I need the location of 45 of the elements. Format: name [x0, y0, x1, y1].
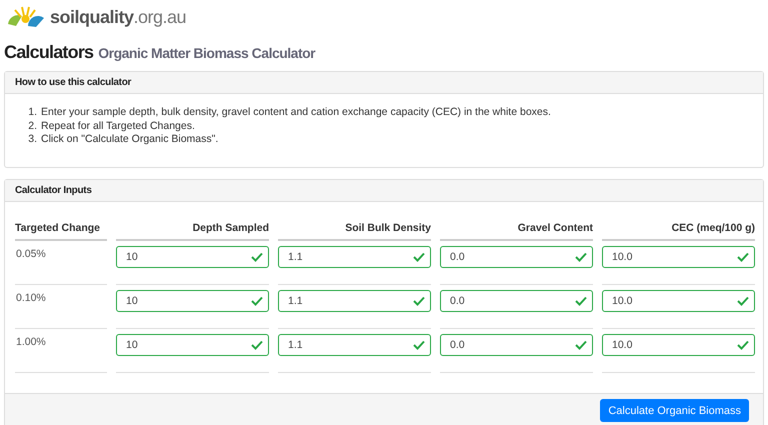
check-icon: [413, 296, 425, 306]
input-field[interactable]: 0.0: [440, 290, 593, 312]
check-icon: [737, 340, 749, 350]
input-field[interactable]: 10.0: [602, 246, 755, 268]
input-field[interactable]: 1.1: [278, 246, 431, 268]
input-field[interactable]: 0.0: [440, 246, 593, 268]
column-header: Depth Sampled: [116, 214, 269, 240]
row-label: 0.05%: [15, 240, 107, 284]
page-heading: Calculators: [4, 42, 94, 63]
panel-title: How to use this calculator: [15, 77, 132, 88]
column-header: CEC (meq/100 g): [602, 214, 755, 240]
input-field[interactable]: 0.0: [440, 334, 593, 356]
check-icon: [251, 252, 263, 262]
column-header: Targeted Change: [15, 214, 107, 240]
row-label: 1.00%: [15, 328, 107, 372]
check-icon: [413, 340, 425, 350]
instruction-step: Enter your sample depth, bulk density, gravel content and cation exchange capacity (CEC) in the white boxes.: [41, 106, 551, 120]
panel-title: Calculator Inputs: [15, 184, 92, 196]
input-field[interactable]: 10.0: [602, 334, 755, 356]
check-icon: [413, 252, 425, 262]
instruction-step: Click on "Calculate Organic Biomass".: [41, 133, 218, 146]
step-number: 1.: [27, 106, 37, 120]
check-icon: [737, 296, 749, 306]
check-icon: [251, 340, 263, 350]
input-field[interactable]: 10: [116, 290, 269, 312]
column-header: Soil Bulk Density: [278, 214, 431, 240]
input-field[interactable]: 10.0: [602, 290, 755, 312]
check-icon: [737, 252, 749, 262]
check-icon: [251, 296, 263, 306]
instruction-step: Repeat for all Targeted Changes.: [41, 120, 195, 133]
check-icon: [575, 296, 587, 306]
step-number: 3.: [27, 133, 37, 146]
check-icon: [575, 252, 587, 262]
input-field[interactable]: 10: [116, 334, 269, 356]
input-field[interactable]: 1.1: [278, 290, 431, 312]
page-subheading: Organic Matter Biomass Calculator: [98, 45, 316, 61]
logo-name: soilquality: [50, 6, 134, 28]
input-field[interactable]: 1.1: [278, 334, 431, 356]
calculate-button[interactable]: Calculate Organic Biomass: [600, 398, 749, 422]
step-number: 2.: [27, 120, 37, 133]
row-label: 0.10%: [15, 284, 107, 328]
input-field[interactable]: 10: [116, 246, 269, 268]
check-icon: [575, 340, 587, 350]
column-header: Gravel Content: [440, 214, 593, 240]
logo-domain: .org.au: [134, 6, 186, 28]
